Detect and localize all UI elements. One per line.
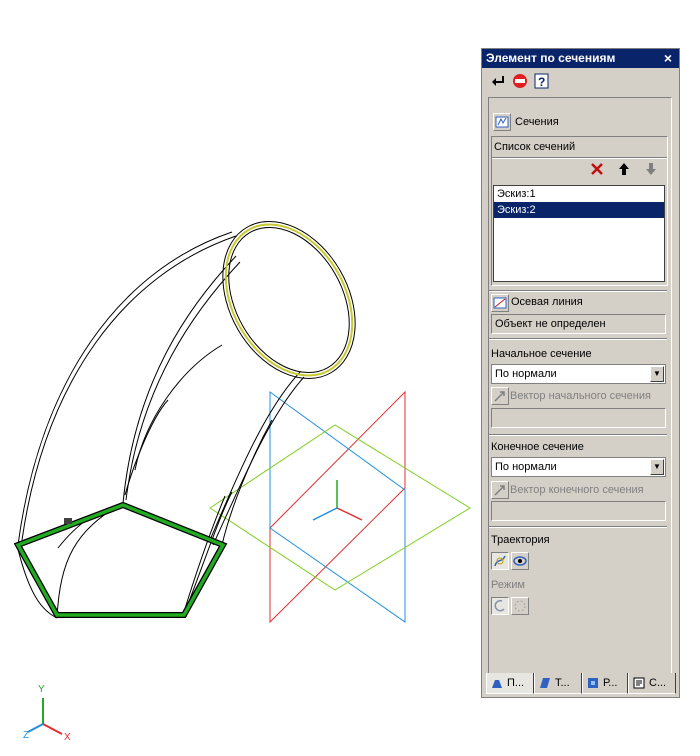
end-vector-button[interactable]	[491, 481, 509, 499]
start-vector-button[interactable]	[491, 387, 509, 405]
panel-titlebar[interactable]: Элемент по сечениям ×	[482, 49, 679, 68]
loft-properties-panel: Элемент по сечениям × ? Сечения Список с…	[481, 48, 680, 698]
start-section-label: Начальное сечение	[491, 348, 592, 360]
list-item[interactable]: Эскиз:1	[494, 186, 664, 202]
vector-icon	[494, 391, 505, 402]
mode-label: Режим	[491, 579, 525, 591]
sections-list[interactable]: Эскиз:1 Эскиз:2	[493, 185, 665, 282]
end-vector-label: Вектор конечного сечения	[510, 484, 644, 496]
tab-label: С...	[649, 677, 667, 689]
sections-list-header: Список сечений	[494, 141, 576, 153]
trajectory-label: Траектория	[491, 534, 550, 546]
mode-closed-button[interactable]	[511, 597, 529, 615]
sections-icon	[495, 116, 509, 128]
enter-icon[interactable]	[490, 73, 506, 89]
axis-x-label: X	[64, 732, 71, 743]
model-drawing	[13, 221, 471, 735]
panel-tabs: П... Т... Р... С...	[486, 673, 676, 695]
help-icon[interactable]: ?	[534, 73, 550, 89]
list-item-selected[interactable]: Эскиз:2	[494, 202, 664, 218]
move-down-icon[interactable]	[644, 162, 658, 176]
panel-body: Сечения Список сечений Эскиз:1 Эскиз:2 О…	[488, 97, 672, 679]
thin-wall-icon	[540, 678, 550, 688]
end-section-label: Конечное сечение	[491, 441, 584, 453]
start-vector-label: Вектор начального сечения	[510, 390, 651, 402]
axis-line-label: Осевая линия	[511, 296, 583, 308]
properties-icon	[588, 678, 598, 688]
mode-closed-icon	[514, 600, 526, 612]
axis-triad	[27, 698, 63, 735]
trajectory-open-button[interactable]	[491, 552, 509, 570]
model-viewport[interactable]: Y X Z	[0, 0, 480, 756]
tab-info[interactable]: С...	[628, 673, 676, 694]
panel-title: Элемент по сечениям	[486, 51, 616, 65]
move-up-icon[interactable]	[617, 162, 631, 176]
close-icon[interactable]: ×	[661, 49, 675, 68]
chevron-down-icon[interactable]: ▼	[650, 459, 664, 475]
parameters-icon	[492, 680, 502, 688]
stop-icon[interactable]	[512, 73, 528, 89]
mode-open-icon	[494, 599, 505, 612]
end-vector-value	[491, 501, 666, 521]
svg-text:?: ?	[538, 75, 545, 89]
panel-toolbar: ?	[482, 69, 679, 93]
axis-line-button[interactable]	[491, 294, 509, 312]
start-vector-value	[491, 408, 666, 428]
end-section-select[interactable]: По нормали ▼	[491, 457, 666, 477]
trajectory-closed-icon	[513, 556, 527, 566]
trajectory-closed-button[interactable]	[511, 552, 529, 570]
mode-open-button[interactable]	[491, 597, 509, 615]
start-section-select[interactable]: По нормали ▼	[491, 364, 666, 384]
axis-y-label: Y	[38, 684, 45, 695]
sections-button[interactable]	[493, 113, 511, 131]
trajectory-open-icon	[494, 555, 506, 567]
delete-icon[interactable]	[590, 162, 604, 176]
axis-line-value: Объект не определен	[491, 314, 666, 334]
start-section-value: По нормали	[495, 368, 557, 380]
info-icon	[633, 677, 645, 689]
tab-label: П...	[507, 677, 525, 689]
tab-properties[interactable]: Р...	[582, 673, 628, 694]
tab-parameters[interactable]: П...	[486, 673, 534, 694]
sections-label: Сечения	[515, 116, 559, 128]
sections-list-group: Список сечений Эскиз:1 Эскиз:2	[491, 136, 668, 286]
vector-icon	[494, 485, 505, 496]
axis-line-icon	[493, 297, 507, 309]
axis-z-label: Z	[23, 730, 30, 741]
chevron-down-icon[interactable]: ▼	[650, 366, 664, 382]
tab-label: Р...	[603, 677, 618, 689]
end-section-value: По нормали	[495, 461, 557, 473]
tab-label: Т...	[555, 677, 570, 689]
tab-thin-wall[interactable]: Т...	[534, 673, 582, 694]
plane-green	[209, 424, 471, 591]
